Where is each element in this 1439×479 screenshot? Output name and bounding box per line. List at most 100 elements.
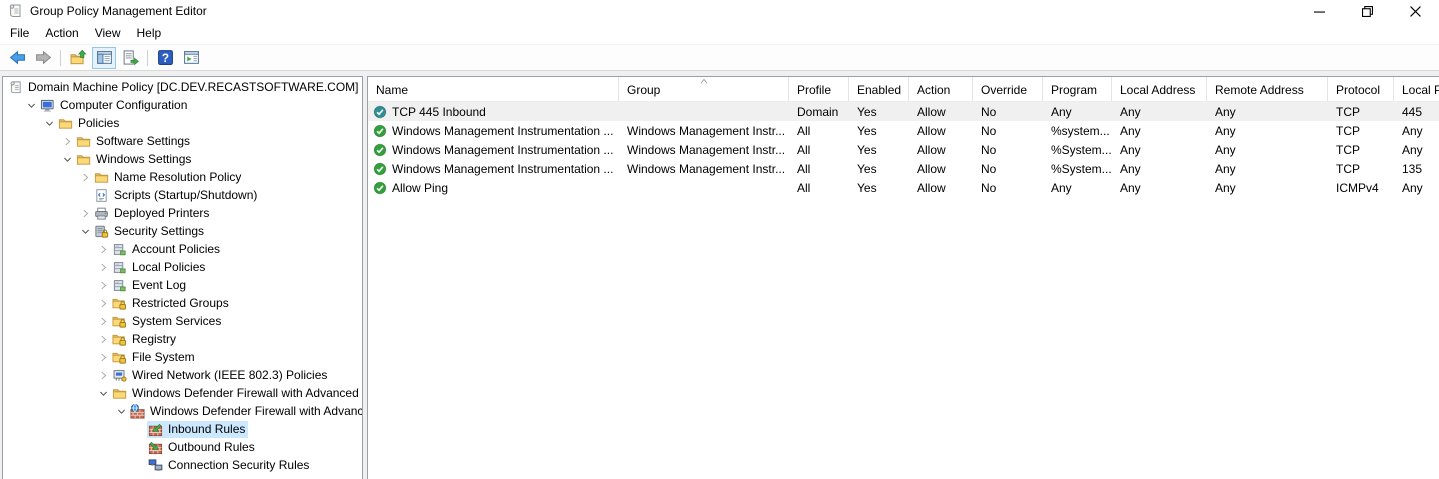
tree-expander-icon[interactable] [61,153,73,165]
tree-item-domain-machine-policy-dc-dev-recastsoftw[interactable]: Domain Machine Policy [DC.DEV.RECASTSOFT… [3,78,362,96]
column-header-name[interactable]: Name [368,77,619,101]
tree-expander-icon[interactable] [97,315,109,327]
close-button[interactable] [1391,0,1439,22]
chevron-collapsed-icon [98,244,109,255]
chevron-collapsed-icon [80,172,91,183]
column-header-remote-address[interactable]: Remote Address [1207,77,1328,101]
rule-row-windows-management-instrumentation[interactable]: Windows Management Instrumentation ...Wi… [368,140,1439,159]
cell-text: Allow Ping [392,181,448,195]
column-header-enabled[interactable]: Enabled [849,77,909,101]
menu-action[interactable]: Action [37,23,86,43]
column-header-program[interactable]: Program [1043,77,1112,101]
tree-expander-icon[interactable] [79,225,91,237]
column-header-group[interactable]: Group [619,77,789,101]
tree-item-body: Windows Defender Firewall with Advance [129,403,363,420]
tree-expander-icon[interactable] [97,351,109,363]
tree-item-outbound-rules[interactable]: Outbound Rules [3,438,362,456]
cell-text: Any [1051,105,1072,119]
tree-expander-icon[interactable] [97,297,109,309]
tree-item-computer-configuration[interactable]: Computer Configuration [3,96,362,114]
chevron-collapsed-icon [98,316,109,327]
tree-item-body: Event Log [111,277,189,294]
rule-row-windows-management-instrumentation[interactable]: Windows Management Instrumentation ...Wi… [368,121,1439,140]
cell-text: Any [1215,124,1236,138]
connection-rules-icon [148,458,163,473]
tree-item-wired-network-ieee-802-3-policies[interactable]: Wired Network (IEEE 802.3) Policies [3,366,362,384]
tree-item-policies[interactable]: Policies [3,114,362,132]
enabled-check-icon [373,181,387,195]
tree-item-account-policies[interactable]: Account Policies [3,240,362,258]
cell-profile: All [789,181,849,195]
restore-button[interactable] [1343,0,1391,22]
minimize-button[interactable] [1295,0,1343,22]
column-header-override[interactable]: Override [973,77,1043,101]
cell-text: Any [1215,143,1236,157]
tree-item-inbound-rules[interactable]: Inbound Rules [3,420,362,438]
action-pane-button[interactable] [179,47,203,69]
enabled-check-icon [373,162,387,176]
menu-file[interactable]: File [2,23,37,43]
tree-item-windows-defender-firewall-with-advance[interactable]: Windows Defender Firewall with Advance [3,402,362,420]
tree-expander-icon[interactable] [97,369,109,381]
tree-item-system-services[interactable]: System Services [3,312,362,330]
tree-expander-icon[interactable] [79,171,91,183]
tree-item-name-resolution-policy[interactable]: Name Resolution Policy [3,168,362,186]
tree-item-body: Wired Network (IEEE 802.3) Policies [111,367,330,384]
tree-item-file-system[interactable]: File System [3,348,362,366]
menu-view[interactable]: View [87,23,129,43]
folder-icon [112,386,127,401]
tree-expander-icon[interactable] [79,207,91,219]
tree-item-event-log[interactable]: Event Log [3,276,362,294]
tree-expander-icon[interactable] [97,387,109,399]
tree-item-body: Software Settings [75,133,193,150]
cell-program: %system... [1043,124,1112,138]
column-header-local-address[interactable]: Local Address [1112,77,1207,101]
export-list-button[interactable] [118,47,142,69]
cell-text: Windows Management Instr... [627,162,785,176]
cell-profile: All [789,162,849,176]
column-header-profile[interactable]: Profile [789,77,849,101]
tree-expander-icon[interactable] [115,405,127,417]
tree-item-local-policies[interactable]: Local Policies [3,258,362,276]
cell-text: %system... [1051,124,1110,138]
tree-item-label: Restricted Groups [132,296,229,310]
chevron-expanded-icon [116,406,127,417]
chevron-collapsed-icon [98,298,109,309]
tree-item-scripts-startup-shutdown[interactable]: Scripts (Startup/Shutdown) [3,186,362,204]
rule-row-windows-management-instrumentation[interactable]: Windows Management Instrumentation ...Wi… [368,159,1439,178]
column-header-protocol[interactable]: Protocol [1328,77,1394,101]
tree-item-restricted-groups[interactable]: Restricted Groups [3,294,362,312]
column-header-label: Local Address [1120,83,1195,97]
back-arrow-button[interactable] [5,47,29,69]
export-list-icon [122,49,139,66]
column-header-local-port[interactable]: Local Port [1394,77,1439,101]
tree-item-software-settings[interactable]: Software Settings [3,132,362,150]
tree-item-registry[interactable]: Registry [3,330,362,348]
tree-expander-icon[interactable] [97,333,109,345]
rule-row-allow-ping[interactable]: Allow PingAllYesAllowNoAnyAnyAnyICMPv4An… [368,178,1439,197]
tree-expander-icon[interactable] [97,279,109,291]
cell-text: Allow [917,181,946,195]
up-one-level-button[interactable] [66,47,90,69]
rule-row-tcp-445-inbound[interactable]: TCP 445 InboundDomainYesAllowNoAnyAnyAny… [368,102,1439,121]
cell-remote-address: Any [1207,181,1328,195]
console-tree: Domain Machine Policy [DC.DEV.RECASTSOFT… [2,76,363,479]
tree-expander-icon[interactable] [25,99,37,111]
column-header-label: Override [981,83,1027,97]
tree-expander-icon[interactable] [97,243,109,255]
tree-expander-icon[interactable] [97,261,109,273]
tree-item-windows-settings[interactable]: Windows Settings [3,150,362,168]
tree-item-security-settings[interactable]: Security Settings [3,222,362,240]
tree-item-connection-security-rules[interactable]: Connection Security Rules [3,456,362,474]
tree-expander-icon[interactable] [43,117,55,129]
help-button[interactable] [153,47,177,69]
column-header-action[interactable]: Action [909,77,973,101]
cell-text: %System... [1051,143,1112,157]
console-tree-button[interactable] [92,47,116,69]
tree-expander-icon[interactable] [61,135,73,147]
cell-text: Allow [917,143,946,157]
tree-item-windows-defender-firewall-with-advanced-[interactable]: Windows Defender Firewall with Advanced … [3,384,362,402]
tree-item-deployed-printers[interactable]: Deployed Printers [3,204,362,222]
menu-help[interactable]: Help [129,23,170,43]
forward-arrow-button[interactable] [31,47,55,69]
